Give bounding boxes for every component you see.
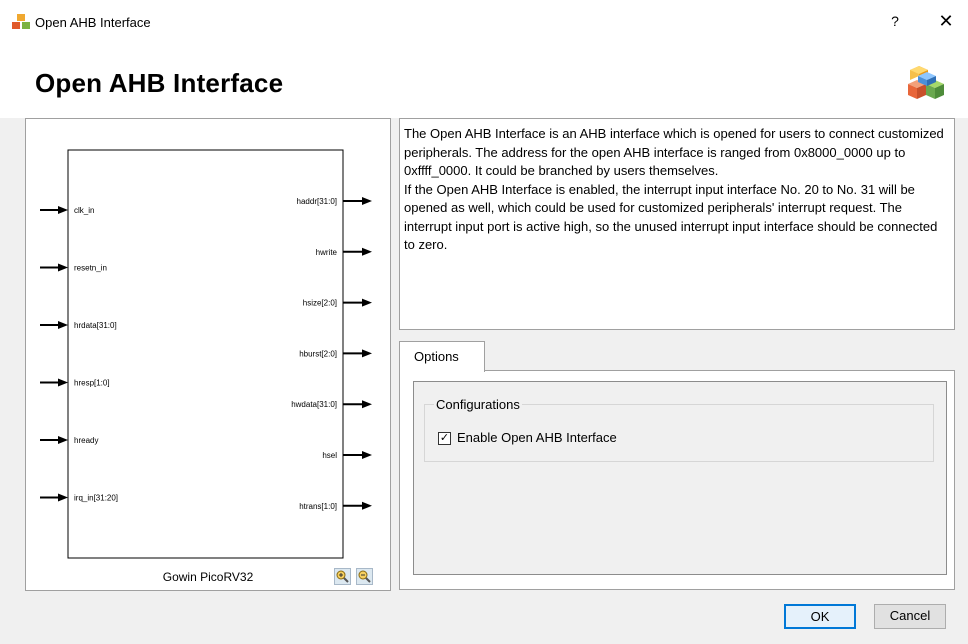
output-port-label: htrans[1:0] [299, 502, 337, 511]
input-port-label: hrdata[31:0] [74, 321, 117, 330]
cancel-button[interactable]: Cancel [874, 604, 946, 629]
enable-open-ahb-checkbox[interactable]: ✓ [438, 432, 451, 445]
input-port-arrowhead [58, 378, 68, 387]
cubes-icon [12, 14, 30, 29]
window-title: Open AHB Interface [35, 15, 151, 30]
output-port-label: hwdata[31:0] [291, 400, 337, 409]
input-port-label: irq_in[31:20] [74, 494, 118, 503]
group-title: Configurations [434, 397, 522, 412]
description-paragraph: If the Open AHB Interface is enabled, th… [404, 181, 938, 253]
tab-options[interactable]: Options [399, 341, 485, 372]
checkbox-label[interactable]: Enable Open AHB Interface [457, 430, 617, 445]
output-port-arrowhead [362, 298, 372, 307]
output-port-label: hburst[2:0] [299, 349, 337, 358]
input-port-arrowhead [58, 263, 68, 272]
cubes-icon [908, 66, 944, 99]
output-port-arrowhead [362, 197, 372, 205]
input-port-arrowhead [58, 206, 68, 214]
ok-button[interactable]: OK [784, 604, 856, 629]
input-port-label: resetn_in [74, 264, 107, 273]
input-port-arrowhead [58, 436, 68, 444]
help-button[interactable]: ? [887, 13, 903, 29]
output-port-label: hwrite [316, 248, 338, 257]
output-port-arrowhead [362, 451, 372, 459]
close-button[interactable]: ✕ [936, 11, 956, 32]
input-port-arrowhead [58, 321, 68, 329]
input-port-label: hresp[1:0] [74, 379, 110, 388]
input-port-label: clk_in [74, 206, 94, 215]
description-box: The Open AHB Interface is an AHB interfa… [399, 118, 955, 330]
output-port-arrowhead [362, 400, 372, 409]
output-port-arrowhead [362, 349, 372, 358]
zoom-out-icon[interactable] [356, 568, 373, 585]
core-diagram-panel: clk_in resetn_in hrdata[31:0] hresp[1:0] hre… [25, 118, 391, 591]
output-port-arrowhead [362, 247, 372, 256]
description-paragraph: The Open AHB Interface is an AHB interfa… [404, 126, 944, 178]
output-port-label: hsize[2:0] [303, 299, 337, 308]
zoom-in-icon[interactable] [334, 568, 351, 585]
page-title: Open AHB Interface [35, 68, 284, 98]
core-block-diagram: clk_in resetn_in hrdata[31:0] hresp[1:0] hre… [40, 149, 372, 559]
input-port-arrowhead [58, 493, 68, 502]
output-port-arrowhead [362, 501, 372, 510]
output-port-label: hsel [322, 451, 337, 460]
input-port-label: hready [74, 436, 98, 445]
output-port-label: haddr[31:0] [297, 197, 337, 206]
